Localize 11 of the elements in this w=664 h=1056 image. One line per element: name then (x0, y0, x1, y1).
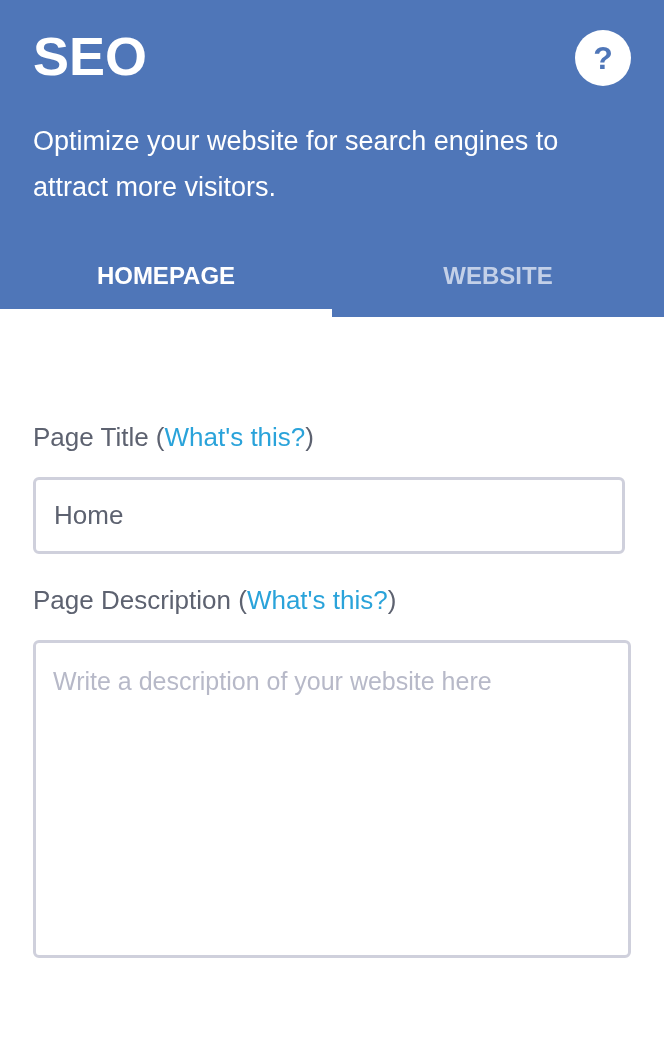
tab[interactable]: HOMEPAGE (0, 256, 332, 317)
field-label: Page Title (What's this?) (33, 421, 315, 454)
page-description-field[interactable]: Write a description of your website here (33, 640, 631, 958)
help-button[interactable]: ? (575, 30, 631, 86)
header-description: Optimize your website for search engines to attract more visitors. (32, 125, 560, 204)
field-label: Page Description (What's this?) (33, 584, 398, 617)
tab[interactable]: WEBSITE (332, 256, 664, 317)
page-title-field[interactable]: Home (33, 477, 625, 554)
whats-this-link[interactable]: What's this? (246, 585, 388, 615)
page-title: SEO (33, 25, 148, 88)
whats-this-link[interactable]: What's this? (164, 422, 306, 452)
